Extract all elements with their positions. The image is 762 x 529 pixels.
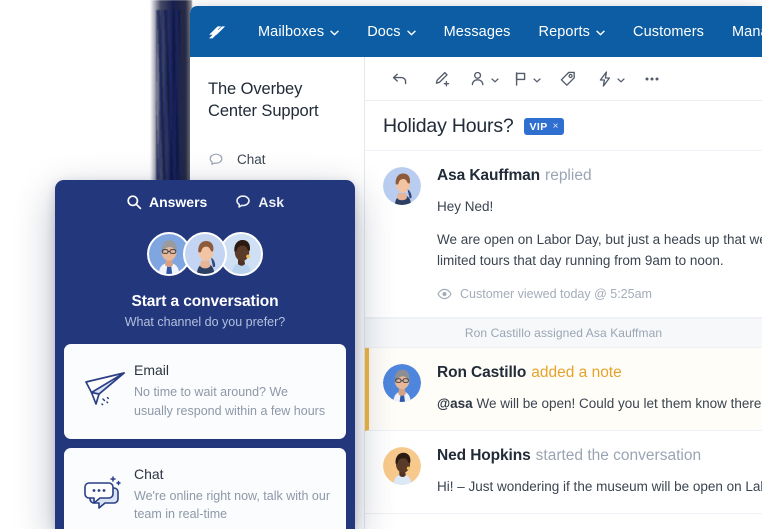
status-badge[interactable]: VIP × <box>523 118 564 135</box>
paper-plane-icon <box>78 362 134 410</box>
nav-label: Docs <box>367 23 401 40</box>
avatar[interactable] <box>383 167 421 205</box>
chevron-down-icon <box>596 24 605 40</box>
nav-item-messages[interactable]: Messages <box>430 6 525 57</box>
tab-answers[interactable]: Answers <box>126 194 207 210</box>
chevron-down-icon <box>330 24 339 40</box>
message-header: Ron Castillo added a note <box>437 364 762 382</box>
chat-bubble-icon <box>235 194 251 210</box>
sidebar-item-label: Chat <box>237 152 266 168</box>
channel-description: No time to wait around? We usually respo… <box>134 385 326 418</box>
channel-option-email[interactable]: Email No time to wait around? We usually… <box>64 344 346 439</box>
nav-item-docs[interactable]: Docs <box>353 6 429 57</box>
helpscout-logo-icon[interactable] <box>204 17 228 47</box>
channel-text: Email No time to wait around? We usually… <box>134 362 330 421</box>
edge-shadow-artifact <box>150 0 192 195</box>
chevron-down-icon <box>533 70 541 88</box>
nav-item-customers[interactable]: Customers <box>619 6 718 57</box>
status-flag-icon[interactable] <box>505 59 547 99</box>
message-item: Asa Kauffman replied Hey Ned! We are open… <box>365 151 762 318</box>
channel-text: Chat We're online right now, talk with o… <box>134 466 330 525</box>
message-action: replied <box>545 167 592 184</box>
widget-title: Start a conversation <box>131 293 279 310</box>
conversation-panel: Holiday Hours? VIP × Asa Kauffman replie… <box>365 57 762 529</box>
message-body: Ned Hopkins started the conversation Hi! … <box>437 447 762 497</box>
tag-icon[interactable] <box>547 59 589 99</box>
read-receipt: Customer viewed today @ 5:25am <box>437 287 762 301</box>
screenshot-root: Mailboxes Docs Messages Reports Customer… <box>0 0 762 529</box>
nav-label: Messages <box>443 23 511 40</box>
message-line: limited tours that day running from 9am … <box>437 252 724 268</box>
system-event-line: Ron Castillo assigned Asa Kauffman <box>365 317 762 348</box>
nav-item-manage[interactable]: Manage <box>718 6 762 57</box>
message-header: Ned Hopkins started the conversation <box>437 447 762 465</box>
message-line-text: We will be open! Could you let them know… <box>472 395 762 411</box>
eye-icon <box>437 288 452 300</box>
nav-item-mailboxes[interactable]: Mailboxes <box>244 6 353 57</box>
message-action: added a note <box>531 363 622 381</box>
tab-label: Answers <box>148 194 208 210</box>
mailbox-title: The Overbey Center Support <box>208 80 319 120</box>
subject-bar: Holiday Hours? VIP × <box>365 101 762 150</box>
nav-label: Mailboxes <box>258 23 325 40</box>
message-thread: Asa Kauffman replied Hey Ned! We are open… <box>365 150 762 515</box>
edit-pencil-plus-icon[interactable] <box>421 59 463 99</box>
search-icon <box>126 194 142 210</box>
sidebar-item-chat[interactable]: Chat <box>208 145 364 175</box>
message-item: Ned Hopkins started the conversation Hi! … <box>365 431 762 515</box>
message-body: Asa Kauffman replied Hey Ned! We are open… <box>437 167 762 301</box>
message-header: Asa Kauffman replied <box>437 167 762 185</box>
workflow-lightning-icon[interactable] <box>589 59 631 99</box>
message-item-note: Ron Castillo added a note @asa We will be… <box>365 347 762 431</box>
chevron-down-icon <box>491 70 499 88</box>
nav-item-reports[interactable]: Reports <box>525 6 619 57</box>
mention[interactable]: @asa <box>437 396 473 411</box>
chevron-down-icon <box>617 70 625 88</box>
conversation-toolbar <box>365 57 762 101</box>
message-author: Ron Castillo <box>437 363 527 381</box>
channel-description: We're online right now, talk with our te… <box>134 488 331 522</box>
page-title: Holiday Hours? <box>383 115 514 137</box>
badge-label: VIP <box>529 120 548 133</box>
message-action: started the conversation <box>535 447 702 464</box>
beacon-chat-widget: Answers Ask Start a conversation What ch… <box>55 180 355 529</box>
top-navigation-bar: Mailboxes Docs Messages Reports Customer… <box>190 6 762 57</box>
chat-bubble-icon <box>208 152 229 168</box>
message-line: Hey Ned! <box>437 199 494 214</box>
nav-label: Reports <box>538 23 590 40</box>
nav-label: Customers <box>633 23 704 40</box>
widget-agent-avatars <box>55 232 355 276</box>
assign-person-icon[interactable] <box>463 59 505 99</box>
message-body: Ron Castillo added a note @asa We will be… <box>437 364 762 414</box>
nav-label: Manage <box>732 23 762 40</box>
widget-subtitle: What channel do you prefer? <box>124 315 286 329</box>
channel-heading: Email <box>134 362 170 378</box>
tab-label: Ask <box>258 194 285 210</box>
widget-tabs: Answers Ask <box>55 180 355 210</box>
read-receipt-text: Customer viewed today @ 5:25am <box>460 286 652 301</box>
tab-ask[interactable]: Ask <box>235 194 284 210</box>
chat-bubbles-icon <box>78 466 134 514</box>
avatar[interactable] <box>383 363 421 402</box>
channel-heading: Chat <box>134 465 164 482</box>
message-author: Ned Hopkins <box>437 447 531 464</box>
widget-channel-list: Email No time to wait around? We usually… <box>55 344 355 529</box>
avatar <box>183 232 227 276</box>
more-ellipsis-icon[interactable] <box>631 59 673 99</box>
message-author: Asa Kauffman <box>437 167 541 184</box>
channel-option-chat[interactable]: Chat We're online right now, talk with o… <box>64 447 346 529</box>
avatar[interactable] <box>383 447 421 485</box>
message-line: Hi! – Just wondering if the museum will … <box>437 479 762 494</box>
chevron-down-icon <box>406 24 416 40</box>
message-line: We are open on Labor Day, but just a hea… <box>437 232 762 248</box>
message-line: @asa We will be open! Could you let them… <box>437 394 762 414</box>
reply-icon[interactable] <box>379 59 421 99</box>
close-icon[interactable]: × <box>553 121 559 132</box>
